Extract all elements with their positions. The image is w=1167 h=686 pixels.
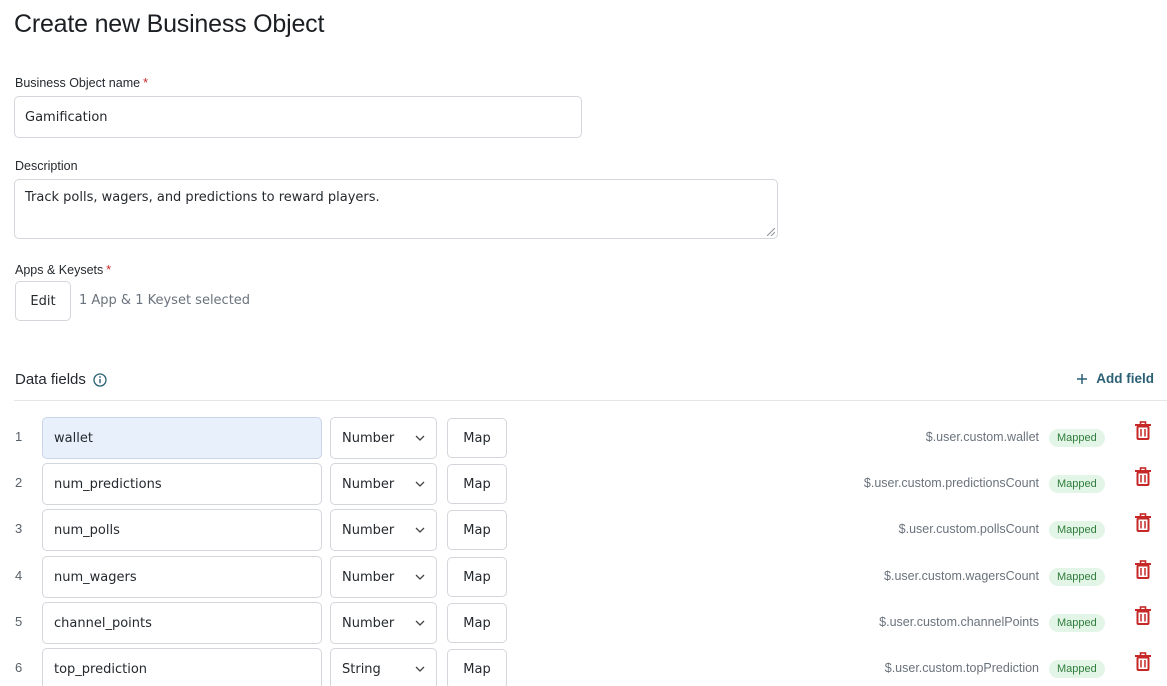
required-mark: * — [143, 76, 148, 90]
data-fields-title: Data fields — [15, 371, 86, 388]
field-name-input[interactable]: num_wagers — [42, 556, 322, 598]
map-button[interactable]: Map — [447, 464, 507, 504]
data-field-row: 5 channel_points Number Map $.user.custom.ch… — [0, 602, 1167, 644]
data-field-row: 3 num_polls Number Map $.user.custom.pollsCo… — [0, 509, 1167, 551]
plus-icon — [1077, 373, 1088, 384]
chevron-down-icon — [415, 527, 425, 533]
chevron-down-icon — [415, 574, 425, 580]
map-button[interactable]: Map — [447, 649, 507, 686]
field-type-value: Number — [342, 615, 395, 631]
name-label-text: Business Object name — [15, 76, 141, 90]
field-type-select[interactable]: String — [330, 648, 437, 686]
field-mapping-path: $.user.custom.predictionsCount — [863, 476, 1039, 490]
row-index: 3 — [15, 521, 23, 536]
trash-icon[interactable] — [1134, 606, 1152, 626]
map-button[interactable]: Map — [447, 603, 507, 643]
page-title: Create new Business Object — [14, 10, 325, 38]
business-object-name-input[interactable]: Gamification — [14, 96, 582, 138]
field-name-value: channel_points — [54, 615, 152, 631]
add-field-button[interactable]: Add field — [1076, 371, 1154, 386]
apps-keysets-label: Apps & Keysets * — [15, 263, 111, 277]
trash-icon[interactable] — [1134, 467, 1152, 487]
data-field-row: 6 top_prediction String Map $.user.custom.to… — [0, 648, 1167, 686]
status-badge: Mapped — [1049, 475, 1105, 493]
chevron-down-icon — [415, 666, 425, 672]
field-mapping-path: $.user.custom.wagersCount — [884, 569, 1039, 583]
field-type-value: Number — [342, 569, 395, 585]
field-mapping-path: $.user.custom.channelPoints — [879, 615, 1039, 629]
name-input-value: Gamification — [25, 109, 108, 125]
info-icon[interactable] — [93, 372, 107, 387]
field-type-select[interactable]: Number — [330, 556, 437, 598]
create-business-object-page: Create new Business Object Business Obje… — [0, 0, 1167, 686]
field-name-value: num_wagers — [54, 569, 137, 585]
row-index: 2 — [15, 475, 23, 490]
chevron-down-icon — [415, 435, 425, 441]
description-label: Description — [15, 159, 78, 173]
chevron-down-icon — [415, 481, 425, 487]
field-name-input[interactable]: top_prediction — [42, 648, 322, 686]
required-mark: * — [106, 263, 112, 277]
row-index: 6 — [15, 660, 23, 675]
map-button[interactable]: Map — [447, 418, 507, 458]
field-mapping-path: $.user.custom.pollsCount — [898, 522, 1039, 536]
section-divider — [14, 400, 1167, 401]
resize-grip-icon[interactable] — [767, 228, 775, 236]
description-textarea[interactable]: Track polls, wagers, and predictions to … — [14, 179, 778, 239]
field-name-input[interactable]: num_predictions — [42, 463, 322, 505]
description-value: Track polls, wagers, and predictions to … — [25, 190, 380, 205]
data-field-row: 4 num_wagers Number Map $.user.custom.wagers… — [0, 556, 1167, 598]
field-type-select[interactable]: Number — [330, 602, 437, 644]
apps-label-text: Apps & Keysets — [15, 263, 104, 277]
status-badge: Mapped — [1049, 614, 1105, 632]
field-name-value: num_predictions — [54, 476, 162, 492]
field-type-select[interactable]: Number — [330, 463, 437, 505]
map-button[interactable]: Map — [447, 557, 507, 597]
data-field-row: 2 num_predictions Number Map $.user.custom.p… — [0, 463, 1167, 505]
status-badge: Mapped — [1049, 660, 1105, 678]
field-type-value: String — [342, 661, 381, 677]
field-name-input[interactable]: num_polls — [42, 509, 322, 551]
field-type-value: Number — [342, 430, 395, 446]
data-field-row: 1 wallet Number Map $.user.custom.wallet Mapp… — [0, 417, 1167, 459]
row-index: 1 — [15, 429, 23, 444]
field-name-value: num_polls — [54, 522, 120, 538]
chevron-down-icon — [415, 620, 425, 626]
row-index: 4 — [15, 568, 23, 583]
field-type-value: Number — [342, 522, 395, 538]
field-type-value: Number — [342, 476, 395, 492]
status-badge: Mapped — [1049, 568, 1105, 586]
field-mapping-path: $.user.custom.topPrediction — [884, 661, 1039, 675]
trash-icon[interactable] — [1134, 421, 1152, 441]
status-badge: Mapped — [1049, 429, 1105, 447]
trash-icon[interactable] — [1134, 652, 1152, 672]
edit-apps-button[interactable]: Edit — [15, 281, 71, 321]
trash-icon[interactable] — [1134, 560, 1152, 580]
field-name-value: top_prediction — [54, 661, 148, 677]
field-name-input[interactable]: wallet — [42, 417, 322, 459]
map-button[interactable]: Map — [447, 510, 507, 550]
name-field-label: Business Object name * — [15, 76, 148, 90]
field-name-input[interactable]: channel_points — [42, 602, 322, 644]
trash-icon[interactable] — [1134, 513, 1152, 533]
data-fields-header: Data fields — [15, 371, 107, 388]
apps-selection-summary: 1 App & 1 Keyset selected — [79, 293, 251, 308]
field-name-value: wallet — [54, 430, 93, 446]
field-type-select[interactable]: Number — [330, 417, 437, 459]
field-type-select[interactable]: Number — [330, 509, 437, 551]
status-badge: Mapped — [1049, 521, 1105, 539]
field-mapping-path: $.user.custom.wallet — [925, 430, 1039, 444]
row-index: 5 — [15, 614, 23, 629]
add-field-label: Add field — [1096, 371, 1154, 386]
